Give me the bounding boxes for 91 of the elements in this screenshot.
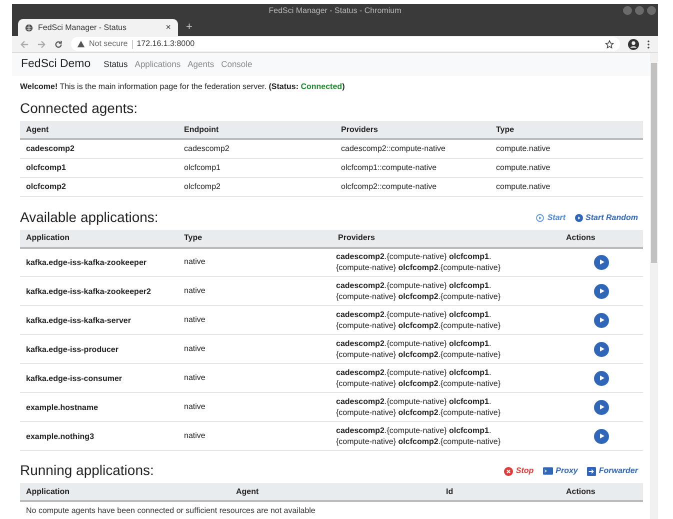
play-button[interactable] xyxy=(594,284,609,298)
column-header: Providers xyxy=(332,230,560,248)
table-cell: native xyxy=(178,248,332,276)
table-cell: cadescomp2.{compute-native} olcfcomp1.{compute-native} olcfcomp2.{compute-native} xyxy=(332,364,560,392)
column-header: Type xyxy=(178,230,332,248)
column-header: Providers xyxy=(335,121,490,139)
table-cell: native xyxy=(178,334,332,364)
table-cell: cadescomp2.{compute-native} olcfcomp1.{compute-native} olcfcomp2.{compute-native} xyxy=(332,306,560,334)
table-cell: compute.native xyxy=(490,177,643,196)
play-icon xyxy=(598,317,604,323)
table-cell: example.nothing3 xyxy=(20,422,178,450)
table-cell: native xyxy=(178,392,332,422)
nav-link[interactable]: Status xyxy=(104,58,128,71)
table-cell: cadescomp2 xyxy=(178,139,335,158)
table-cell: kafka.edge-iss-consumer xyxy=(20,364,178,392)
action-link[interactable]: Start Random xyxy=(574,212,638,224)
play-button[interactable] xyxy=(594,312,609,328)
table-cell: native xyxy=(178,364,332,392)
table-cell: native xyxy=(178,422,332,450)
nav-link[interactable]: Console xyxy=(221,58,252,71)
column-header: Agent xyxy=(20,121,178,139)
address-field[interactable]: Not secure 172.16.1.3:8000 xyxy=(71,37,620,51)
brand-name: FedSci Demo xyxy=(21,56,91,72)
column-header: Id xyxy=(440,483,560,501)
column-header: Application xyxy=(20,230,178,248)
table-cell: olcfcomp1 xyxy=(20,158,178,177)
empty-message: No compute agents have been connected or sufficient resources are not available xyxy=(20,501,643,519)
play-button[interactable] xyxy=(594,342,609,356)
terminal-icon xyxy=(542,467,553,475)
table-cell: cadescomp2.{compute-native} olcfcomp1.{compute-native} olcfcomp2.{compute-native} xyxy=(332,392,560,422)
scrollbar[interactable] xyxy=(650,53,658,519)
action-link[interactable]: Proxy xyxy=(542,465,578,477)
table-cell: kafka.edge-iss-kafka-server xyxy=(20,306,178,334)
play-icon xyxy=(598,433,604,439)
play-circle-icon xyxy=(574,214,583,222)
table-cell: compute.native xyxy=(490,139,643,158)
star-icon[interactable] xyxy=(605,40,614,48)
column-header: Actions xyxy=(560,483,643,501)
column-header: Application xyxy=(20,483,230,501)
column-header: Agent xyxy=(230,483,440,501)
action-link[interactable]: Forwarder xyxy=(586,465,638,477)
action-link[interactable]: Stop xyxy=(504,465,534,477)
play-icon xyxy=(598,375,604,381)
column-header: Actions xyxy=(560,230,643,248)
nav-link[interactable]: Applications xyxy=(134,58,181,71)
table-cell: olcfcomp1::compute-native xyxy=(335,158,490,177)
table-cell: olcfcomp2::compute-native xyxy=(335,177,490,196)
table-cell: compute.native xyxy=(490,158,643,177)
table-cell: cadescomp2.{compute-native} olcfcomp1.{compute-native} olcfcomp2.{compute-native} xyxy=(332,248,560,276)
play-button[interactable] xyxy=(594,400,609,414)
table-cell: olcfcomp2 xyxy=(178,177,335,196)
table-cell: olcfcomp2 xyxy=(20,177,178,196)
stop-circle-icon xyxy=(504,466,513,476)
table-cell: native xyxy=(178,306,332,334)
account-icon[interactable] xyxy=(628,38,639,50)
new-tab-button[interactable]: + xyxy=(186,18,192,35)
table-cell: native xyxy=(178,276,332,306)
reload-icon[interactable] xyxy=(54,40,63,48)
table-cell: olcfcomp1 xyxy=(178,158,335,177)
play-button[interactable] xyxy=(594,370,609,386)
browser-tab[interactable]: FedSci Manager - Status × xyxy=(18,19,178,36)
welcome-message: Welcome! This is the main information page for the federation server. (Status: Connected) xyxy=(20,81,346,93)
warning-icon xyxy=(77,40,85,48)
table-cell: kafka.edge-iss-kafka-zookeeper xyxy=(20,248,178,276)
play-circle-icon xyxy=(536,214,544,222)
table-cell: kafka.edge-iss-producer xyxy=(20,334,178,364)
table-cell: cadescomp2.{compute-native} olcfcomp1.{compute-native} olcfcomp2.{compute-native} xyxy=(332,276,560,306)
action-link[interactable]: Start xyxy=(536,212,566,224)
play-button[interactable] xyxy=(594,254,609,270)
section-heading: Running applications: xyxy=(20,462,154,478)
table-cell: cadescomp2.{compute-native} olcfcomp1.{compute-native} olcfcomp2.{compute-native} xyxy=(332,334,560,364)
section-heading: Connected agents: xyxy=(20,100,138,116)
table-cell: kafka.edge-iss-kafka-zookeeper2 xyxy=(20,276,178,306)
table-cell: cadescomp2::compute-native xyxy=(335,139,490,158)
globe-icon xyxy=(25,24,33,32)
nav-link[interactable]: Agents xyxy=(188,58,214,71)
table-cell: cadescomp2 xyxy=(20,139,178,158)
play-icon xyxy=(598,404,604,410)
column-header: Type xyxy=(490,121,643,139)
menu-icon[interactable] xyxy=(647,40,650,48)
column-header: Endpoint xyxy=(178,121,335,139)
table-cell: example.hostname xyxy=(20,392,178,422)
table-cell: cadescomp2.{compute-native} olcfcomp1.{compute-native} olcfcomp2.{compute-native} xyxy=(332,422,560,450)
section-heading: Available applications: xyxy=(20,208,158,224)
play-icon xyxy=(598,346,604,352)
window-title: FedSci Manager - Status - Chromium xyxy=(268,6,402,16)
tab-close-button[interactable]: × xyxy=(166,20,171,34)
play-icon xyxy=(598,288,604,294)
play-button[interactable] xyxy=(594,428,609,444)
play-icon xyxy=(598,259,604,266)
arrow-box-icon xyxy=(586,466,596,476)
